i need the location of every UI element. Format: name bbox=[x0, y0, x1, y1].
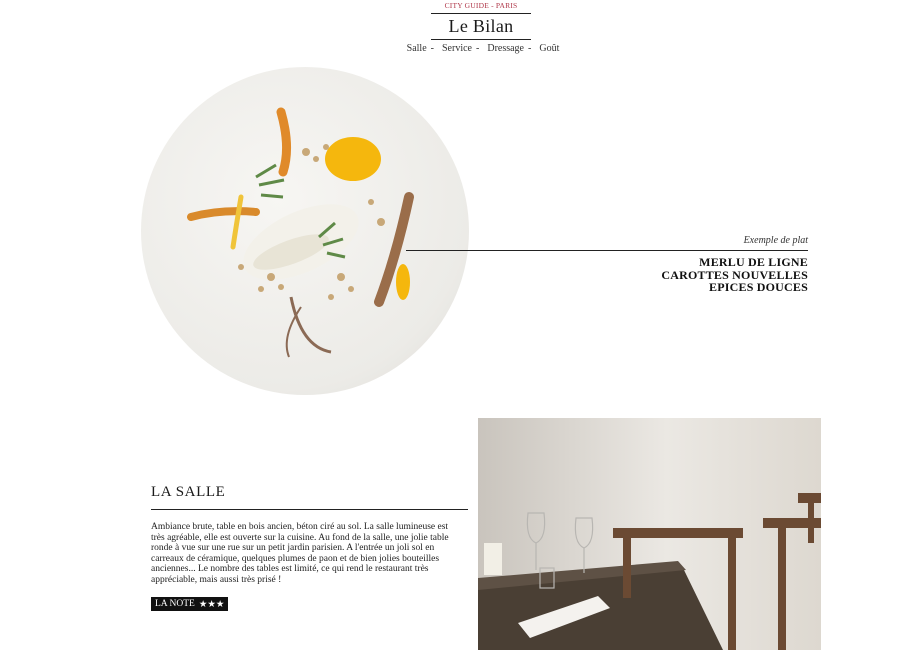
dish-illustration bbox=[187, 107, 414, 358]
nav-item-service[interactable]: Service bbox=[442, 43, 472, 54]
site-title[interactable]: Le Bilan bbox=[449, 16, 514, 37]
dish-name-line: MERLU DE LIGNE bbox=[699, 255, 808, 269]
dining-room-illustration bbox=[478, 418, 821, 650]
nav-separator: - bbox=[476, 43, 480, 54]
salle-description: Ambiance brute, table en bois ancien, bé… bbox=[151, 522, 449, 585]
nav-separator: - bbox=[528, 43, 532, 54]
nav-separator: - bbox=[430, 43, 434, 54]
section-title-salle: LA SALLE bbox=[151, 484, 226, 500]
site-title-frame: Le Bilan bbox=[431, 13, 531, 40]
dish-plate-image bbox=[141, 67, 469, 395]
rating-stars-icon: ★★★ bbox=[198, 599, 225, 610]
nav-item-gout[interactable]: Goût bbox=[539, 43, 559, 54]
section-divider bbox=[151, 509, 468, 510]
rating-badge: LA NOTE ★★★ bbox=[151, 597, 229, 611]
dining-room-photo bbox=[478, 418, 821, 650]
dish-name: MERLU DE LIGNE CAROTTES NOUVELLES EPICES… bbox=[661, 256, 808, 294]
nav-item-salle[interactable]: Salle bbox=[407, 43, 427, 54]
rating-label: LA NOTE bbox=[155, 599, 195, 609]
site-kicker: CITY GUIDE - PARIS bbox=[444, 1, 518, 10]
dish-name-line: EPICES DOUCES bbox=[709, 280, 808, 294]
nav-item-dressage[interactable]: Dressage bbox=[487, 43, 524, 54]
dish-caption: Exemple de plat bbox=[743, 235, 808, 246]
dish-callout-line bbox=[406, 250, 808, 251]
main-nav: Salle - Service - Dressage - Goût bbox=[0, 43, 900, 54]
